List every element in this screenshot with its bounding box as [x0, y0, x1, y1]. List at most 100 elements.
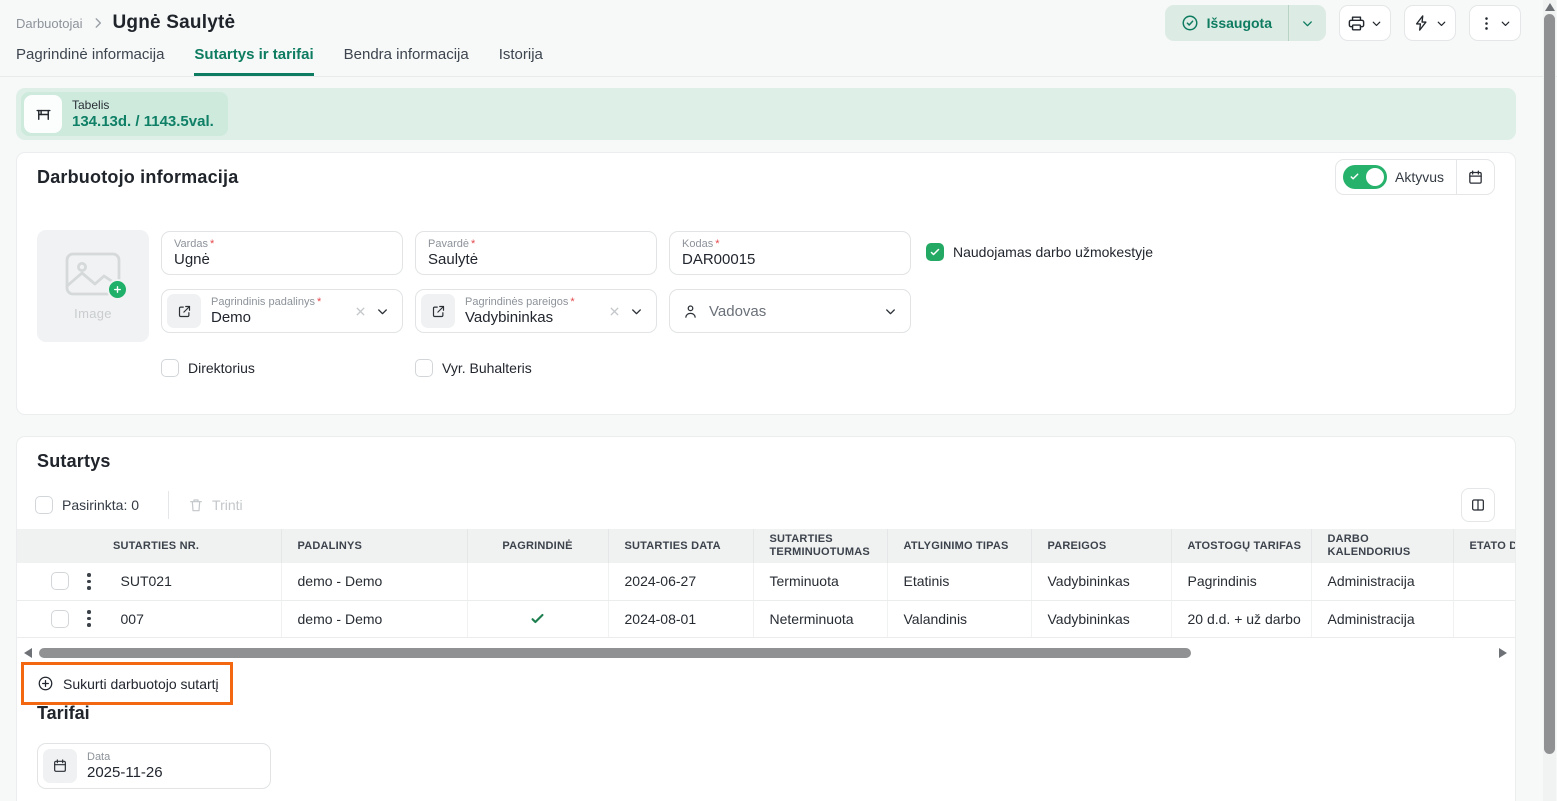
- table-header-row: Sutarties nr. Padalinys Pagrindinė Sutar…: [17, 529, 1515, 563]
- more-menu-button[interactable]: [1469, 5, 1521, 41]
- saved-split-button[interactable]: Išsaugota: [1165, 5, 1326, 41]
- toggle-check-icon: [1349, 171, 1360, 182]
- select-all-checkbox[interactable]: [35, 496, 53, 514]
- last-name-label: Pavardė: [428, 238, 469, 250]
- col-pagrindine[interactable]: Pagrindinė: [467, 529, 608, 563]
- director-checkbox[interactable]: [161, 359, 179, 377]
- col-terminuotumas[interactable]: Sutarties terminuotumas: [753, 529, 887, 563]
- first-name-value: Ugnė: [174, 251, 390, 269]
- tabelis-label: Tabelis: [72, 98, 214, 113]
- employee-info-title: Darbuotojo informacija: [37, 167, 238, 188]
- row-checkbox[interactable]: [51, 610, 69, 628]
- cell-darbo-kalendorius: Administracija: [1311, 563, 1453, 600]
- col-atlyginimo-tipas[interactable]: Atlyginimo tipas: [887, 529, 1031, 563]
- col-sutarties-nr[interactable]: Sutarties nr.: [17, 529, 281, 563]
- check-circle-icon: [1181, 14, 1199, 32]
- delete-button[interactable]: Trinti: [188, 497, 243, 513]
- saved-button-caret[interactable]: [1288, 5, 1326, 41]
- row-checkbox[interactable]: [51, 572, 69, 590]
- create-contract-button[interactable]: Sukurti darbuotojo sutartį: [24, 675, 219, 692]
- main-position-label: Pagrindinės pareigos: [465, 296, 568, 308]
- clear-icon[interactable]: [354, 305, 367, 318]
- col-sutarties-data[interactable]: Sutarties data: [608, 529, 753, 563]
- last-name-field[interactable]: Pavardė* Saulytė: [415, 231, 657, 275]
- chevron-down-icon[interactable]: [629, 304, 644, 319]
- print-button[interactable]: [1339, 5, 1391, 41]
- main-position-field[interactable]: Pagrindinės pareigos* Vadybininkas: [415, 289, 657, 333]
- cell-pareigos: Vadybininkas: [1031, 563, 1171, 600]
- cell-padalinys: demo - Demo: [281, 563, 467, 600]
- saved-button-label: Išsaugota: [1207, 15, 1272, 31]
- contracts-table: Sutarties nr. Padalinys Pagrindinė Sutar…: [17, 529, 1515, 638]
- chevron-down-icon: [1435, 17, 1448, 30]
- payroll-checkbox-row[interactable]: Naudojamas darbo užmokestyje: [926, 243, 1153, 261]
- saved-button-main[interactable]: Išsaugota: [1165, 5, 1288, 41]
- tab-istorija[interactable]: Istorija: [499, 46, 543, 76]
- tab-bendra-informacija[interactable]: Bendra informacija: [344, 46, 469, 76]
- active-toggle[interactable]: [1343, 165, 1387, 189]
- cell-sutarties-data: 2024-06-27: [608, 563, 753, 600]
- tariff-date-field[interactable]: Data 2025-11-26: [37, 743, 271, 789]
- col-pareigos[interactable]: Pareigos: [1031, 529, 1171, 563]
- tab-pagrindine-informacija[interactable]: Pagrindinė informacija: [16, 46, 164, 76]
- active-calendar-button[interactable]: [1456, 160, 1494, 194]
- tabelis-chip[interactable]: Tabelis 134.13d. / 1143.5val.: [21, 92, 228, 136]
- chief-accountant-checkbox[interactable]: [415, 359, 433, 377]
- horizontal-scrollbar[interactable]: [17, 646, 1515, 660]
- col-atostogu-tarifas[interactable]: Atostogų tarifas: [1171, 529, 1311, 563]
- col-padalinys[interactable]: Padalinys: [281, 529, 467, 563]
- chief-accountant-checkbox-row[interactable]: Vyr. Buhalteris: [415, 359, 532, 377]
- column-settings-button[interactable]: [1461, 488, 1495, 522]
- col-darbo-kalendorius[interactable]: Darbo kalendorius: [1311, 529, 1453, 563]
- top-bar: Darbuotojai Ugnė Saulytė Išsaugota: [16, 4, 1521, 42]
- tab-sutartys-ir-tarifai[interactable]: Sutartys ir tarifai: [194, 46, 313, 76]
- primary-contract-check-icon: [529, 610, 546, 627]
- manager-select[interactable]: Vadovas: [669, 289, 911, 333]
- tariff-date-label: Data: [87, 751, 163, 764]
- payroll-checkbox[interactable]: [926, 243, 944, 261]
- main-department-label: Pagrindinis padalinys: [211, 296, 315, 308]
- cell-padalinys: demo - Demo: [281, 600, 467, 637]
- scroll-up-arrow[interactable]: [1545, 3, 1555, 11]
- scroll-left-arrow[interactable]: [24, 648, 32, 658]
- breadcrumb-parent-link[interactable]: Darbuotojai: [16, 16, 83, 31]
- required-marker: *: [570, 296, 574, 308]
- tariffs-title: Tarifai: [37, 703, 90, 724]
- person-icon: [682, 303, 699, 320]
- code-field[interactable]: Kodas* DAR00015: [669, 231, 911, 275]
- cell-pagrindine: [467, 563, 608, 600]
- header-actions: Išsaugota: [1165, 5, 1521, 41]
- required-marker: *: [715, 238, 719, 250]
- contracts-title: Sutartys: [37, 451, 111, 472]
- main-department-value: Demo: [211, 309, 346, 327]
- required-marker: *: [471, 238, 475, 250]
- employee-photo-upload[interactable]: Image: [37, 230, 149, 342]
- vertical-scrollbar-thumb[interactable]: [1544, 14, 1555, 754]
- cell-atostogu-tarifas: 20 d.d. + už darbo: [1171, 600, 1311, 637]
- cell-etato-dydis: [1453, 563, 1515, 600]
- table-row[interactable]: SUT021 demo - Demo 2024-06-27 Terminuota…: [17, 563, 1515, 600]
- table-row[interactable]: 007 demo - Demo 2024-08-01 Neterminuota …: [17, 600, 1515, 637]
- row-menu-icon[interactable]: [87, 610, 91, 627]
- checkbox-check-icon: [929, 246, 941, 258]
- open-position-button[interactable]: [421, 294, 455, 328]
- open-department-button[interactable]: [167, 294, 201, 328]
- director-checkbox-row[interactable]: Direktorius: [161, 359, 255, 377]
- add-photo-icon[interactable]: [107, 279, 128, 300]
- calendar-icon[interactable]: [43, 749, 77, 783]
- row-menu-icon[interactable]: [87, 573, 91, 590]
- vertical-scrollbar[interactable]: [1543, 0, 1556, 801]
- scroll-right-arrow[interactable]: [1499, 648, 1507, 658]
- clear-icon[interactable]: [608, 305, 621, 318]
- chevron-down-icon: [1499, 17, 1512, 30]
- chevron-down-icon[interactable]: [375, 304, 390, 319]
- first-name-field[interactable]: Vardas* Ugnė: [161, 231, 403, 275]
- main-department-field[interactable]: Pagrindinis padalinys* Demo: [161, 289, 403, 333]
- plus-circle-icon: [37, 675, 54, 692]
- cell-sutarties-data: 2024-08-01: [608, 600, 753, 637]
- chevron-down-icon[interactable]: [883, 304, 898, 319]
- tabs-divider: [0, 76, 1557, 77]
- horizontal-scrollbar-thumb[interactable]: [39, 648, 1191, 658]
- col-etato-dydis[interactable]: Etato dy: [1453, 529, 1515, 563]
- actions-bolt-button[interactable]: [1404, 5, 1456, 41]
